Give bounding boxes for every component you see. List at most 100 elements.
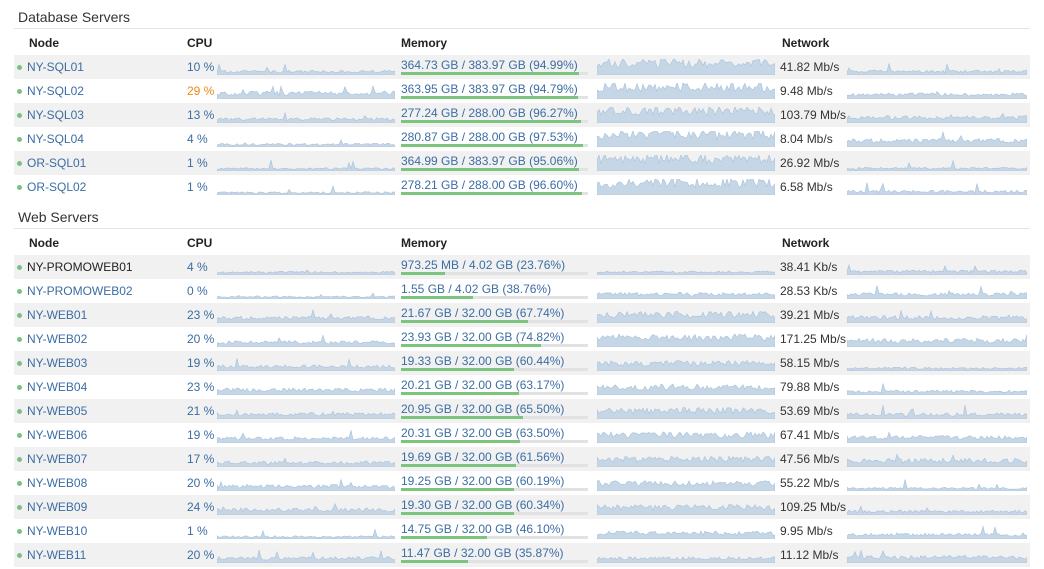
cpu-value[interactable]: 24 %	[187, 500, 214, 514]
network-value[interactable]: 28.53 Kb/s	[780, 284, 837, 298]
cpu-value[interactable]: 20 %	[187, 476, 214, 490]
memory-value[interactable]: 19.30 GB / 32.00 GB (60.34%)	[401, 498, 564, 512]
node-link[interactable]: NY-SQL02	[27, 84, 84, 98]
node-link[interactable]: NY-SQL04	[27, 132, 84, 146]
memory-value[interactable]: 278.21 GB / 288.00 GB (96.60%)	[401, 178, 578, 192]
network-value[interactable]: 9.95 Mb/s	[780, 524, 833, 538]
network-value[interactable]: 79.88 Mb/s	[780, 380, 839, 394]
table-row: NY-WEB08 20 % 19.25 GB / 32.00 GB (60.19%)…	[14, 471, 1030, 495]
cpu-value[interactable]: 19 %	[187, 428, 214, 442]
node-link[interactable]: NY-WEB06	[27, 428, 87, 442]
node-link[interactable]: NY-SQL01	[27, 60, 84, 74]
network-sparkline	[847, 83, 1027, 99]
node-link[interactable]: NY-WEB11	[27, 548, 86, 562]
memory-sparkline	[597, 131, 775, 147]
network-value[interactable]: 6.58 Mb/s	[780, 180, 833, 194]
cpu-sparkline	[217, 133, 395, 147]
status-dot-icon	[17, 65, 22, 70]
node-link[interactable]: NY-WEB03	[27, 356, 87, 370]
database-servers-rows: NY-SQL01 10 % 364.73 GB / 383.97 GB (94.99…	[14, 55, 1030, 199]
memory-value[interactable]: 1.55 GB / 4.02 GB (38.76%)	[401, 282, 551, 296]
memory-value[interactable]: 364.73 GB / 383.97 GB (94.99%)	[401, 58, 578, 72]
cpu-sparkline	[217, 85, 395, 99]
network-value[interactable]: 38.41 Kb/s	[780, 260, 837, 274]
memory-progress-fill	[401, 272, 446, 275]
network-value[interactable]: 39.21 Mb/s	[780, 308, 839, 322]
memory-value[interactable]: 11.47 GB / 32.00 GB (35.87%)	[401, 546, 564, 560]
cpu-sparkline	[217, 261, 395, 275]
cpu-value[interactable]: 19 %	[187, 356, 214, 370]
network-value[interactable]: 8.04 Mb/s	[780, 132, 833, 146]
memory-value[interactable]: 973.25 MB / 4.02 GB (23.76%)	[401, 258, 565, 272]
network-value[interactable]: 47.56 Mb/s	[780, 452, 839, 466]
memory-value[interactable]: 363.95 GB / 383.97 GB (94.79%)	[401, 82, 578, 96]
node-link[interactable]: NY-SQL03	[27, 108, 84, 122]
node-link[interactable]: NY-PROMOWEB01	[27, 260, 133, 274]
memory-value[interactable]: 280.87 GB / 288.00 GB (97.53%)	[401, 130, 578, 144]
network-value[interactable]: 55.22 Mb/s	[780, 476, 839, 490]
memory-sparkline	[597, 59, 775, 75]
memory-value[interactable]: 19.69 GB / 32.00 GB (61.56%)	[401, 450, 564, 464]
table-row: NY-SQL01 10 % 364.73 GB / 383.97 GB (94.99…	[14, 55, 1030, 79]
node-link[interactable]: OR-SQL01	[27, 156, 86, 170]
cpu-value[interactable]: 1 %	[187, 156, 208, 170]
network-value[interactable]: 9.48 Mb/s	[780, 84, 833, 98]
cpu-value[interactable]: 1 %	[187, 180, 208, 194]
cpu-value[interactable]: 4 %	[187, 132, 208, 146]
memory-value[interactable]: 19.33 GB / 32.00 GB (60.44%)	[401, 354, 564, 368]
memory-value[interactable]: 23.93 GB / 32.00 GB (74.82%)	[401, 330, 564, 344]
status-dot-icon	[17, 433, 22, 438]
memory-value[interactable]: 364.99 GB / 383.97 GB (95.06%)	[401, 154, 578, 168]
cpu-value[interactable]: 1 %	[187, 524, 208, 538]
cpu-value[interactable]: 13 %	[187, 108, 214, 122]
memory-progress-fill	[401, 464, 517, 467]
network-value[interactable]: 103.79 Mb/s	[780, 108, 846, 122]
node-link[interactable]: NY-WEB01	[27, 308, 87, 322]
cpu-value[interactable]: 23 %	[187, 308, 214, 322]
node-link[interactable]: NY-WEB02	[27, 332, 87, 346]
node-link[interactable]: OR-SQL02	[27, 180, 86, 194]
node-link[interactable]: NY-WEB07	[27, 452, 87, 466]
memory-value[interactable]: 277.24 GB / 288.00 GB (96.27%)	[401, 106, 578, 120]
network-value[interactable]: 11.12 Mb/s	[780, 548, 838, 562]
memory-value[interactable]: 20.31 GB / 32.00 GB (63.50%)	[401, 426, 564, 440]
memory-value[interactable]: 20.95 GB / 32.00 GB (65.50%)	[401, 402, 564, 416]
status-dot-icon	[17, 553, 22, 558]
table-row: NY-SQL02 29 % 363.95 GB / 383.97 GB (94.79…	[14, 79, 1030, 103]
cpu-value[interactable]: 23 %	[187, 380, 214, 394]
network-value[interactable]: 109.25 Mb/s	[780, 500, 846, 514]
cpu-value[interactable]: 20 %	[187, 332, 214, 346]
network-value[interactable]: 58.15 Mb/s	[780, 356, 839, 370]
network-value[interactable]: 53.69 Mb/s	[780, 404, 839, 418]
node-link[interactable]: NY-PROMOWEB02	[27, 284, 133, 298]
network-sparkline	[847, 259, 1027, 275]
cpu-value[interactable]: 21 %	[187, 404, 214, 418]
cpu-value[interactable]: 10 %	[187, 60, 214, 74]
node-link[interactable]: NY-WEB09	[27, 500, 87, 514]
database-servers-section: Database Servers Node CPU Memory Network…	[14, 6, 1030, 199]
network-value[interactable]: 171.25 Mb/s	[780, 332, 846, 346]
cpu-value[interactable]: 20 %	[187, 548, 214, 562]
memory-value[interactable]: 19.25 GB / 32.00 GB (60.19%)	[401, 474, 564, 488]
node-link[interactable]: NY-WEB04	[27, 380, 87, 394]
cpu-sparkline	[217, 181, 395, 195]
cpu-sparkline	[217, 357, 395, 371]
cpu-value[interactable]: 29 %	[187, 84, 214, 98]
network-sparkline	[847, 475, 1027, 491]
cpu-value[interactable]: 4 %	[187, 260, 208, 274]
node-link[interactable]: NY-WEB05	[27, 404, 87, 418]
node-link[interactable]: NY-WEB10	[27, 524, 87, 538]
cpu-value[interactable]: 0 %	[187, 284, 208, 298]
memory-progress-fill	[401, 72, 579, 75]
node-link[interactable]: NY-WEB08	[27, 476, 87, 490]
memory-sparkline	[597, 523, 775, 539]
table-header: Node CPU Memory Network	[14, 229, 1030, 255]
network-value[interactable]: 67.41 Mb/s	[780, 428, 839, 442]
memory-value[interactable]: 21.67 GB / 32.00 GB (67.74%)	[401, 306, 564, 320]
network-value[interactable]: 41.82 Mb/s	[780, 60, 839, 74]
network-sparkline	[847, 499, 1027, 515]
memory-value[interactable]: 20.21 GB / 32.00 GB (63.17%)	[401, 378, 564, 392]
cpu-value[interactable]: 17 %	[187, 452, 214, 466]
network-value[interactable]: 26.92 Mb/s	[780, 156, 839, 170]
memory-value[interactable]: 14.75 GB / 32.00 GB (46.10%)	[401, 522, 564, 536]
